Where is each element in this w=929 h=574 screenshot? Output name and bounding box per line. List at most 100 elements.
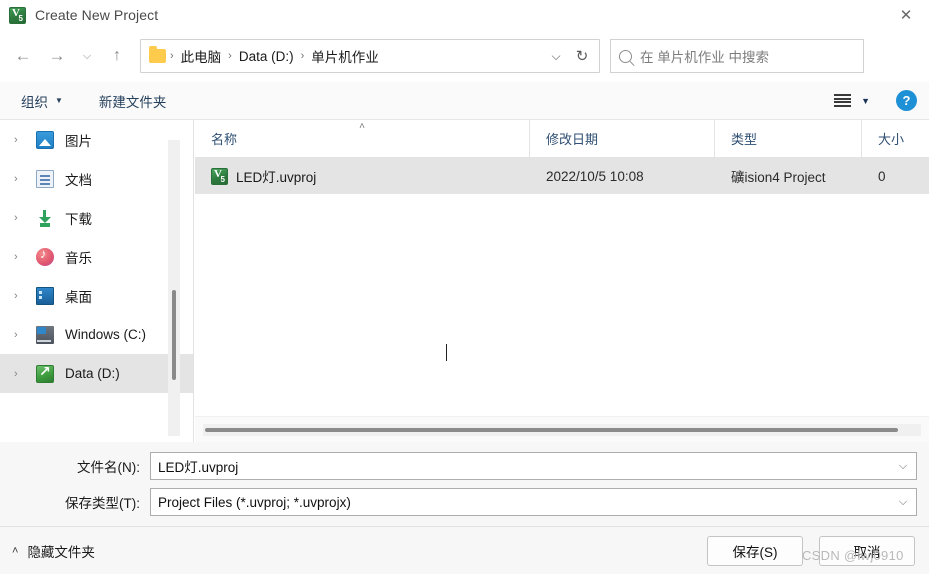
breadcrumb-separator[interactable]: › [226, 50, 234, 62]
navigation-bar: ← → ⌵ ↑ › 此电脑 › Data (D:) › 单片机作业 ⌵ ↻ 在 … [0, 30, 929, 82]
sidebar-item-downloads[interactable]: › 下载 [0, 198, 194, 237]
expand-chevron-icon[interactable]: › [14, 134, 36, 146]
column-header-label: 名称 [211, 132, 238, 147]
sidebar-item-label: Data (D:) [65, 366, 120, 381]
column-header-name[interactable]: ˄ 名称 [195, 120, 530, 157]
search-input[interactable]: 在 单片机作业 中搜索 [640, 46, 769, 66]
expand-chevron-icon[interactable]: › [14, 368, 36, 380]
search-icon [619, 49, 632, 63]
navigation-sidebar: › 图片 › 文档 › 下载 › 音乐 › 桌面 [0, 120, 195, 442]
horizontal-scrollbar-thumb[interactable] [205, 427, 898, 432]
sidebar-item-label: 图片 [65, 133, 92, 149]
sidebar-item-documents[interactable]: › 文档 [0, 159, 194, 198]
expand-chevron-icon[interactable]: › [14, 212, 36, 224]
column-header-size[interactable]: 大小 [862, 120, 929, 157]
breadcrumb-item-current-folder[interactable]: 单片机作业 [306, 43, 384, 69]
documents-icon [36, 169, 54, 188]
cancel-button[interactable]: 取消 [819, 535, 915, 566]
breadcrumb-separator[interactable]: › [168, 50, 176, 62]
sidebar-item-windows-c[interactable]: › Windows (C:) [0, 315, 194, 354]
sidebar-item-desktop[interactable]: › 桌面 [0, 276, 194, 315]
expand-chevron-icon[interactable]: › [14, 173, 36, 185]
sidebar-item-label: 音乐 [65, 250, 92, 266]
column-header-row: ˄ 名称 修改日期 类型 大小 [195, 120, 929, 158]
recent-locations-button[interactable]: ⌵ [74, 39, 100, 73]
network-drive-icon [36, 363, 54, 383]
forward-button[interactable]: → [40, 39, 74, 73]
chevron-down-icon[interactable]: ⌵ [890, 489, 916, 515]
chevron-down-icon: ▼ [55, 96, 63, 105]
file-name-cell[interactable]: LED灯.uvproj [195, 166, 530, 186]
window-title: Create New Project [35, 7, 159, 23]
sidebar-item-label: 下载 [65, 211, 92, 227]
help-button[interactable]: ? [896, 90, 917, 111]
sidebar-divider [193, 120, 194, 442]
file-name-label: LED灯.uvproj [236, 170, 317, 185]
save-button[interactable]: 保存(S) [707, 535, 803, 566]
file-date-cell: 2022/10/5 10:08 [546, 168, 644, 184]
horizontal-scrollbar-track[interactable] [203, 423, 921, 436]
filename-label: 文件名(N): [77, 460, 140, 475]
search-box[interactable]: 在 单片机作业 中搜索 [610, 39, 864, 73]
view-mode-chevron-down-icon[interactable]: ▼ [861, 96, 870, 106]
new-folder-button[interactable]: 新建文件夹 [92, 86, 174, 116]
expand-chevron-icon[interactable]: › [14, 329, 36, 341]
expand-chevron-icon[interactable]: › [14, 251, 36, 263]
dialog-body: › 图片 › 文档 › 下载 › 音乐 › 桌面 [0, 120, 929, 442]
uvision-project-icon [211, 167, 228, 185]
pictures-icon [36, 130, 54, 149]
expand-chevron-icon[interactable]: › [14, 290, 36, 302]
sidebar-item-label: 桌面 [65, 289, 92, 305]
command-toolbar: 组织 ▼ 新建文件夹 ▼ ? [0, 82, 929, 120]
column-header-label: 修改日期 [546, 132, 599, 147]
close-icon[interactable]: ✕ [883, 0, 929, 30]
breadcrumb-separator[interactable]: › [299, 50, 307, 62]
refresh-icon[interactable]: ↻ [569, 47, 595, 65]
column-header-type[interactable]: 类型 [715, 120, 862, 157]
create-new-project-dialog: Create New Project ✕ ← → ⌵ ↑ › 此电脑 › Dat… [0, 0, 929, 574]
filetype-row: 保存类型(T): Project Files (*.uvproj; *.uvpr… [12, 486, 917, 518]
breadcrumb-item-this-pc[interactable]: 此电脑 [176, 43, 227, 69]
chevron-up-icon: ˄ [12, 544, 19, 557]
dialog-footer: ˄ 隐藏文件夹 保存(S) 取消 [0, 526, 929, 574]
sidebar-item-data-d[interactable]: › Data (D:) [0, 354, 194, 393]
column-header-label: 类型 [731, 132, 758, 147]
hide-folders-label: 隐藏文件夹 [27, 544, 95, 560]
filetype-value: Project Files (*.uvproj; *.uvprojx) [158, 494, 351, 510]
sidebar-item-pictures[interactable]: › 图片 [0, 120, 194, 159]
address-bar[interactable]: › 此电脑 › Data (D:) › 单片机作业 ⌵ ↻ [140, 39, 600, 73]
keil-uvision-icon [9, 6, 26, 24]
file-size-cell: 0 [878, 168, 886, 184]
filetype-select[interactable]: Project Files (*.uvproj; *.uvprojx) ⌵ [150, 488, 917, 516]
breadcrumb-item-data-d[interactable]: Data (D:) [234, 46, 299, 67]
sidebar-item-label: 文档 [65, 172, 92, 188]
folder-icon [149, 46, 166, 63]
view-mode-icon[interactable] [834, 94, 852, 107]
file-type-cell: 礦ision4 Project [731, 170, 826, 185]
sidebar-scrollbar-track[interactable] [168, 140, 180, 436]
file-list: LED灯.uvproj 2022/10/5 10:08 礦ision4 Proj… [195, 158, 929, 416]
column-header-date-modified[interactable]: 修改日期 [530, 120, 715, 157]
column-header-label: 大小 [878, 132, 905, 147]
filename-value: LED灯.uvproj [158, 460, 239, 475]
sidebar-item-music[interactable]: › 音乐 [0, 237, 194, 276]
filename-input[interactable]: LED灯.uvproj ⌵ [150, 452, 917, 480]
chevron-down-icon[interactable]: ⌵ [890, 453, 916, 479]
back-button[interactable]: ← [6, 39, 40, 73]
hide-folders-toggle[interactable]: ˄ 隐藏文件夹 [12, 541, 95, 561]
sidebar-scrollbar-thumb[interactable] [172, 290, 176, 380]
sidebar-item-label: Windows (C:) [65, 327, 147, 342]
up-button[interactable]: ↑ [100, 39, 134, 73]
filename-row: 文件名(N): LED灯.uvproj ⌵ [12, 450, 917, 482]
organize-button[interactable]: 组织 ▼ [14, 86, 70, 116]
filetype-label: 保存类型(T): [65, 496, 140, 511]
drive-icon [36, 325, 54, 344]
table-row[interactable]: LED灯.uvproj 2022/10/5 10:08 礦ision4 Proj… [195, 158, 929, 194]
sort-ascending-icon: ˄ [359, 121, 365, 132]
file-list-horizontal-scrollbar[interactable] [195, 416, 929, 442]
file-list-pane: ˄ 名称 修改日期 类型 大小 LED灯.uvproj [195, 120, 929, 442]
text-cursor [446, 344, 447, 361]
chevron-down-icon[interactable]: ⌵ [543, 49, 569, 64]
title-bar: Create New Project ✕ [0, 0, 929, 30]
save-form: 文件名(N): LED灯.uvproj ⌵ 保存类型(T): Project F… [0, 442, 929, 526]
